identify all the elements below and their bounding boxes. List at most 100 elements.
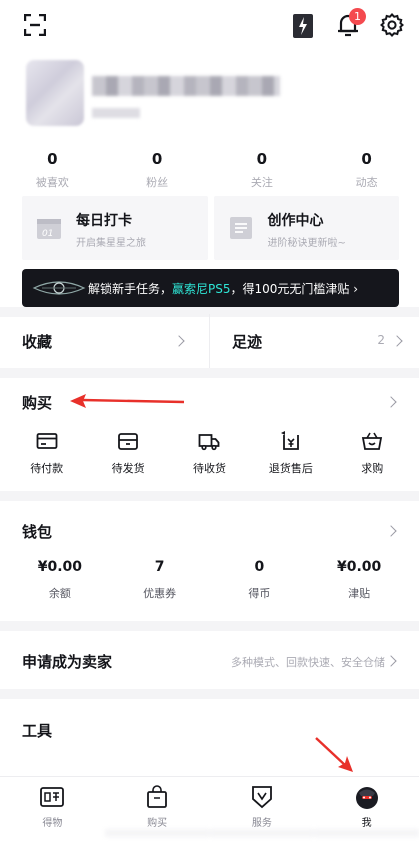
ps5-logo-icon — [32, 281, 86, 295]
banner-text: 解锁新手任务，赢索尼PS5，得100元无门槛津贴 › — [88, 280, 358, 297]
stat-value: 0 — [151, 150, 163, 168]
box-icon — [118, 433, 138, 450]
purchase-section-title[interactable]: 购买 — [22, 392, 52, 413]
shortcut-label: 待发货 — [111, 462, 145, 475]
shortcut-label: 待收货 — [192, 462, 226, 475]
shopping-bag-icon — [147, 785, 168, 808]
shortcut-label: 求购 — [361, 462, 384, 475]
tab-dewu[interactable]: 得物 — [0, 777, 105, 843]
profile-avatar-icon — [355, 787, 378, 809]
banner-suffix: ，得100元无门槛津贴 › — [230, 282, 359, 296]
banner-highlight: 赢索尼PS5 — [172, 282, 231, 296]
stat-label: 动态 — [355, 176, 378, 189]
card-icon — [36, 433, 58, 449]
stat-likes[interactable]: 0 被喜欢 — [0, 150, 105, 192]
profile-page: 1 0 被喜欢 0 粉丝 0 关注 0 动态 01 每日打卡 开启集星星之旅 创… — [0, 0, 419, 843]
stat-fans[interactable]: 0 粉丝 — [105, 150, 210, 192]
wallet-value: ¥0.00 — [37, 559, 83, 575]
newbie-task-banner[interactable]: 解锁新手任务，赢索尼PS5，得100元无门槛津贴 › — [22, 269, 399, 307]
chevron-right-icon — [391, 335, 403, 347]
chevron-right-icon[interactable] — [385, 396, 397, 408]
blurred-overlay — [209, 829, 315, 837]
wanted-button[interactable]: 求购 — [335, 430, 409, 480]
section-divider — [0, 689, 419, 699]
user-avatar[interactable] — [26, 60, 84, 126]
stat-value: 0 — [256, 150, 268, 168]
dewu-logo-icon — [40, 787, 65, 807]
returns-aftersales-button[interactable]: 退货售后 — [254, 430, 328, 480]
wallet-value: ¥0.00 — [336, 559, 382, 575]
wallet-label: 余额 — [48, 587, 71, 600]
chevron-right-icon[interactable] — [385, 655, 397, 667]
wallet-section-title[interactable]: 钱包 — [22, 521, 52, 542]
wallet-summary: ¥0.00 余额 7 优惠券 0 得币 ¥0.00 津贴 — [0, 559, 419, 605]
stat-label: 关注 — [250, 176, 273, 189]
tab-label: 服务 — [251, 818, 272, 829]
blurred-overlay — [104, 829, 210, 837]
become-seller-description: 多种模式、回款快速、安全仓储 — [231, 656, 385, 669]
card-subtitle: 进阶秘诀更新啦~ — [267, 238, 346, 249]
tab-service[interactable]: 服务 — [209, 777, 315, 843]
favorites-label: 收藏 — [22, 333, 53, 351]
creator-center-card[interactable]: 创作中心 进阶秘诀更新啦~ — [213, 196, 399, 260]
svg-text:01: 01 — [42, 229, 53, 239]
basket-icon — [362, 432, 383, 450]
section-divider — [0, 621, 419, 631]
truck-icon — [199, 434, 220, 451]
wallet-coins[interactable]: 0 得币 — [219, 559, 299, 605]
become-seller-title[interactable]: 申请成为卖家 — [22, 651, 112, 672]
tab-label: 购买 — [147, 818, 168, 829]
blurred-overlay — [314, 829, 419, 837]
shield-icon — [251, 786, 272, 809]
history-count: 2 — [377, 333, 385, 347]
wallet-label: 优惠券 — [143, 587, 177, 600]
history-entry[interactable]: 足迹 2 — [209, 314, 419, 368]
bottom-tab-bar: 得物 购买 服务 我 — [0, 776, 419, 843]
banner-prefix: 解锁新手任务， — [88, 282, 173, 296]
flash-card-icon[interactable] — [292, 13, 314, 39]
tab-purchase[interactable]: 购买 — [104, 777, 210, 843]
shortcut-label: 退货售后 — [268, 462, 313, 475]
favorites-history-row: 收藏 足迹 2 — [0, 314, 419, 368]
stat-following[interactable]: 0 关注 — [210, 150, 315, 192]
wallet-value: 0 — [254, 559, 265, 575]
stat-value: 0 — [47, 150, 58, 168]
wallet-value: 7 — [154, 559, 165, 575]
feature-cards: 01 每日打卡 开启集星星之旅 创作中心 进阶秘诀更新啦~ — [22, 196, 399, 260]
stat-label: 被喜欢 — [35, 176, 69, 189]
return-icon — [280, 431, 299, 450]
chevron-right-icon[interactable] — [385, 525, 397, 537]
chevron-right-icon — [173, 335, 185, 347]
tab-label: 得物 — [42, 818, 63, 829]
wallet-allowance[interactable]: ¥0.00 津贴 — [319, 559, 399, 605]
history-label: 足迹 — [232, 333, 263, 351]
wallet-label: 津贴 — [348, 587, 371, 600]
calendar-icon: 01 — [37, 219, 61, 239]
pending-receipt-button[interactable]: 待收货 — [172, 430, 246, 480]
scan-icon[interactable] — [24, 14, 46, 36]
top-bar: 1 — [0, 0, 419, 52]
card-title: 创作中心 — [267, 213, 324, 229]
pending-payment-button[interactable]: 待付款 — [10, 430, 84, 480]
stat-value: 0 — [361, 150, 372, 168]
annotation-arrow-profile-tab — [315, 737, 353, 772]
section-divider — [0, 368, 419, 378]
wallet-coupons[interactable]: 7 优惠券 — [120, 559, 200, 605]
pending-shipment-button[interactable]: 待发货 — [91, 430, 165, 480]
user-id-blurred — [92, 108, 140, 118]
section-divider — [0, 491, 419, 501]
wallet-balance[interactable]: ¥0.00 余额 — [20, 559, 100, 605]
username-blurred[interactable] — [92, 76, 280, 96]
tab-label: 我 — [361, 818, 372, 829]
daily-checkin-card[interactable]: 01 每日打卡 开启集星星之旅 — [22, 196, 208, 260]
favorites-entry[interactable]: 收藏 — [0, 314, 209, 368]
profile-stats: 0 被喜欢 0 粉丝 0 关注 0 动态 — [0, 150, 419, 192]
stat-posts[interactable]: 0 动态 — [314, 150, 419, 192]
card-subtitle: 开启集星星之旅 — [76, 238, 146, 249]
settings-gear-icon[interactable] — [380, 13, 404, 37]
tab-me[interactable]: 我 — [314, 777, 419, 843]
document-icon — [229, 217, 252, 239]
notification-badge: 1 — [349, 8, 366, 25]
card-title: 每日打卡 — [76, 213, 132, 229]
annotation-arrow-purchase — [70, 394, 185, 408]
